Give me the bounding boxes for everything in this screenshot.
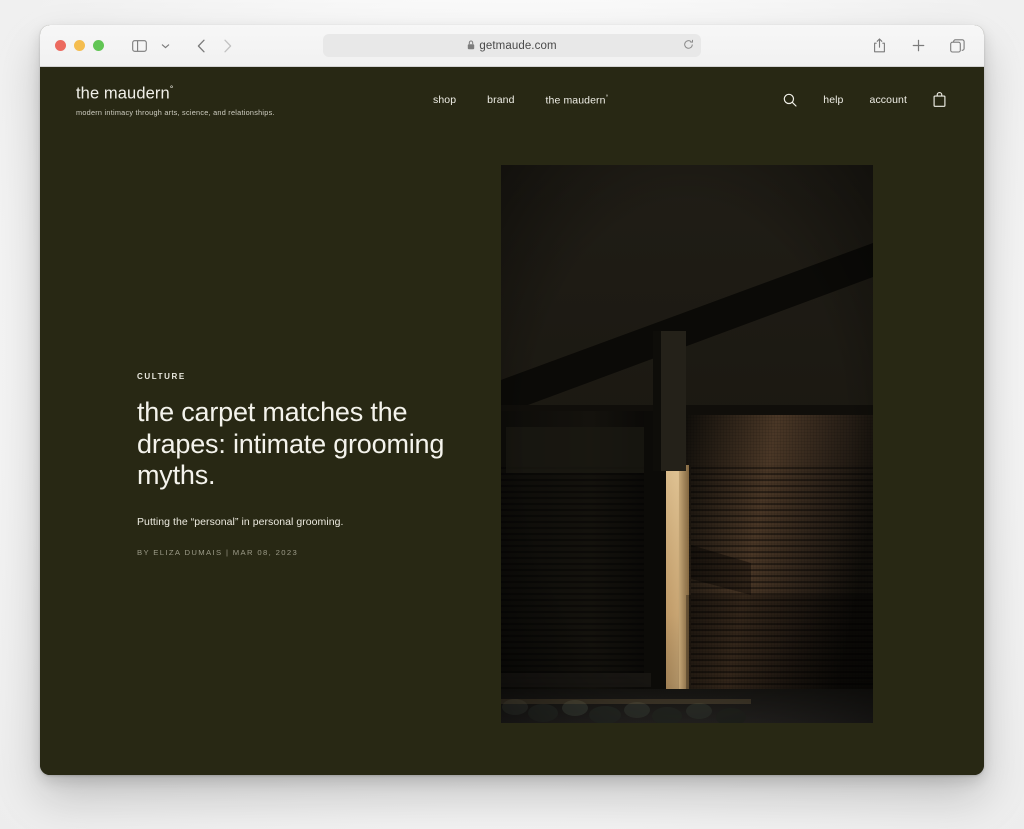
- main-navigation: shop brand the maudern°: [433, 94, 608, 107]
- url-bar[interactable]: getmaude.com: [323, 34, 701, 57]
- tab-overview-icon[interactable]: [944, 33, 970, 59]
- window-controls: [55, 40, 104, 51]
- share-icon[interactable]: [866, 33, 892, 59]
- nav-item-shop[interactable]: shop: [433, 94, 456, 107]
- article-category[interactable]: CULTURE: [137, 372, 467, 381]
- nav-item-account[interactable]: account: [870, 94, 907, 106]
- reload-icon[interactable]: [683, 37, 694, 55]
- nav-degree-mark: °: [605, 94, 609, 101]
- article-hero-image: [501, 165, 873, 723]
- nav-item-help[interactable]: help: [823, 94, 843, 106]
- url-content: getmaude.com: [467, 37, 557, 55]
- desktop-backdrop: getmaude.com the maudern° modern intimac…: [0, 0, 1024, 829]
- article-intro: CULTURE the carpet matches the drapes: i…: [137, 372, 467, 557]
- utility-navigation: help account: [783, 92, 946, 107]
- url-text: getmaude.com: [479, 39, 557, 52]
- address-bar-area: getmaude.com: [40, 34, 984, 57]
- nav-item-shop-label: shop: [433, 94, 457, 106]
- page-navigation-controls: [188, 33, 240, 59]
- brand-tagline: modern intimacy through arts, science, a…: [76, 107, 275, 117]
- nav-item-brand-label: brand: [487, 94, 515, 106]
- nav-item-the-maudern[interactable]: the maudern°: [546, 94, 609, 107]
- sidebar-controls: [126, 33, 178, 59]
- forward-arrow-icon: [214, 33, 240, 59]
- back-arrow-icon[interactable]: [188, 33, 214, 59]
- brand-name: the maudern°: [76, 84, 173, 104]
- browser-window: getmaude.com the maudern° modern intimac…: [40, 25, 984, 775]
- shopping-bag-icon[interactable]: [933, 92, 946, 107]
- nav-item-brand[interactable]: brand: [487, 94, 514, 107]
- nav-item-the-maudern-label: the maudern: [545, 94, 606, 107]
- plus-icon[interactable]: [905, 33, 931, 59]
- website-page: the maudern° modern intimacy through art…: [40, 67, 984, 775]
- close-window-button[interactable]: [55, 40, 66, 51]
- site-header: the maudern° modern intimacy through art…: [40, 67, 984, 137]
- maximize-window-button[interactable]: [93, 40, 104, 51]
- brand-logo[interactable]: the maudern° modern intimacy through art…: [76, 84, 275, 117]
- article-byline: BY ELIZA DUMAIS | MAR 08, 2023: [137, 547, 299, 557]
- minimize-window-button[interactable]: [74, 40, 85, 51]
- toolbar-right-actions: [866, 33, 970, 59]
- page-title: the carpet matches the drapes: intimate …: [137, 397, 445, 490]
- brand-name-text: the maudern: [76, 84, 170, 103]
- article-subtitle: Putting the “personal” in personal groom…: [137, 515, 344, 528]
- hero-photo-illustration: [501, 165, 873, 723]
- lock-icon: [467, 37, 475, 55]
- sidebar-toggle-icon[interactable]: [126, 33, 152, 59]
- brand-degree-mark: °: [169, 84, 174, 94]
- chevron-down-icon[interactable]: [152, 33, 178, 59]
- search-icon[interactable]: [783, 93, 797, 107]
- browser-toolbar: getmaude.com: [40, 25, 984, 67]
